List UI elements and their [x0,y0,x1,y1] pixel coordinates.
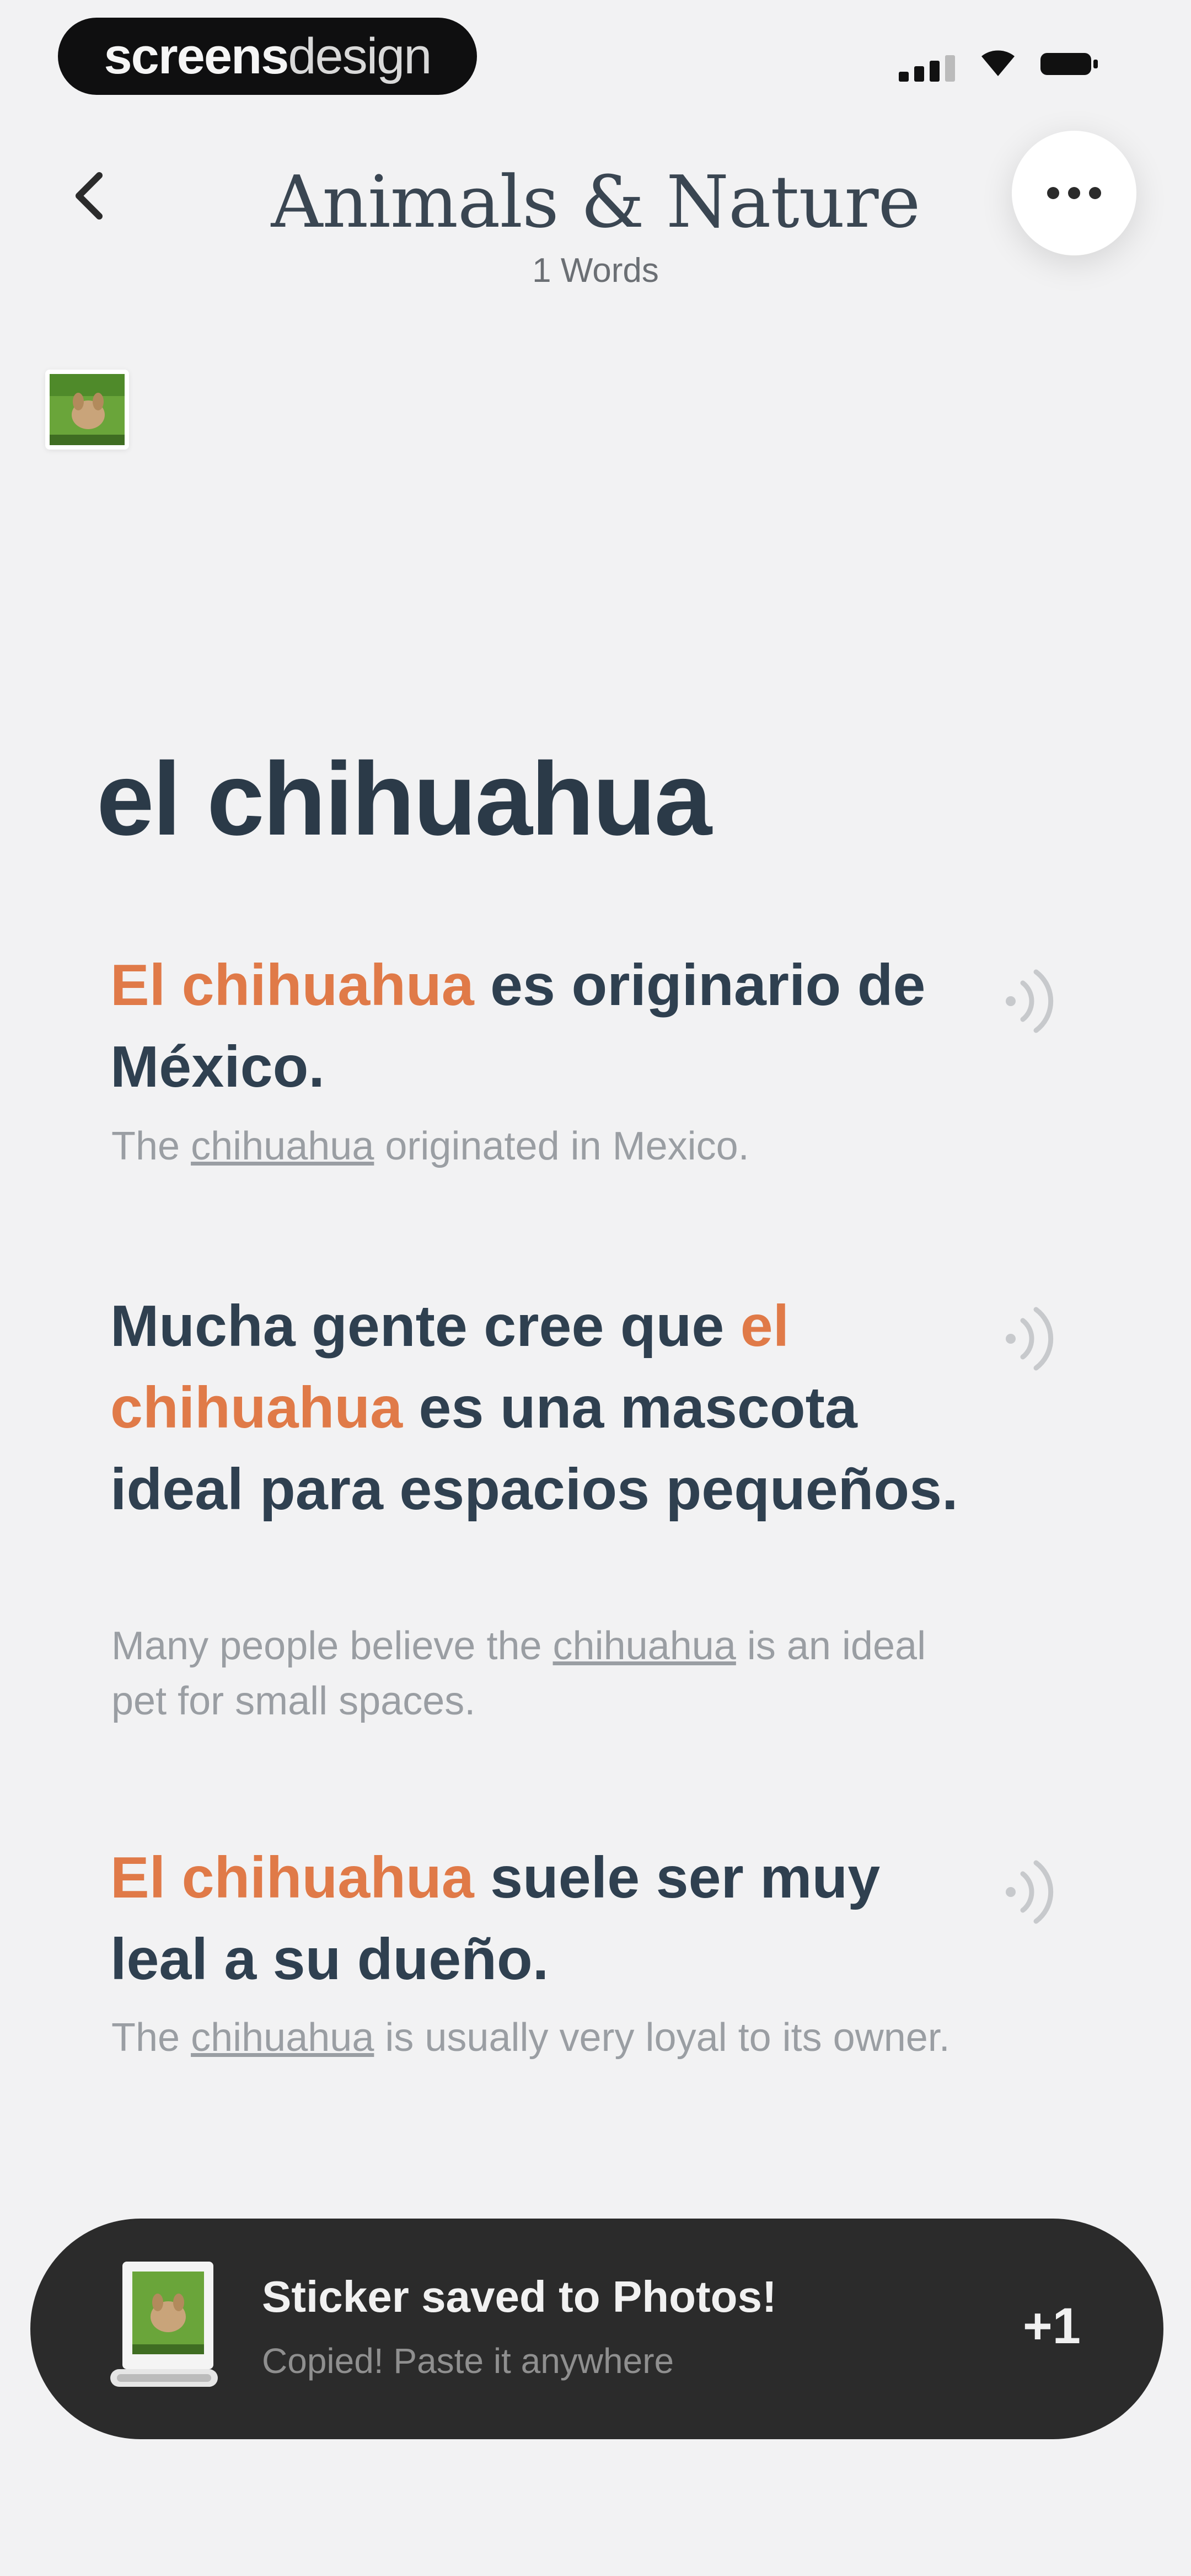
translation-word: chihuahua [191,2016,374,2060]
example-sentence: El chihuahua suele ser muy leal a su due… [110,1845,881,1992]
toast-subtitle: Copied! Paste it anywhere [262,2341,674,2381]
vocabulary-word: el chihuahua [96,741,712,857]
speaker-icon[interactable] [995,1297,1067,1380]
highlighted-word: El chihuahua [110,953,474,1018]
watermark-bold: screens [104,28,289,84]
highlighted-word: El chihuahua [110,1845,474,1910]
watermark-light: design [288,28,432,84]
toast-count-badge: +1 [1023,2298,1081,2354]
signal-icon [899,55,955,82]
sticker-thumbnail[interactable] [45,370,129,450]
speaker-icon[interactable] [995,1851,1067,1933]
sticker-image [110,2262,218,2387]
screensdesign-watermark: screens design [58,18,477,95]
word-count: 1 Words [532,252,659,290]
more-horizontal-icon [1047,187,1059,199]
speaker-icon[interactable] [995,960,1067,1043]
translation-word: chihuahua [191,1124,374,1168]
battery-icon [1040,53,1098,75]
toast-title: Sticker saved to Photos! [262,2272,777,2321]
example-translation: Many people believe the chihuahua is an … [111,1624,926,1723]
more-options-button[interactable] [1012,131,1136,255]
example-sentence: Mucha gente cree que el chihuahua es una… [110,1294,958,1522]
example-sentence: El chihuahua es originario de México. [110,953,926,1099]
wifi-icon [981,50,1015,76]
translation-word: chihuahua [552,1624,736,1668]
example-translation: The chihuahua is usually very loyal to i… [111,2016,950,2060]
example-translation: The chihuahua originated in Mexico. [111,1124,749,1168]
